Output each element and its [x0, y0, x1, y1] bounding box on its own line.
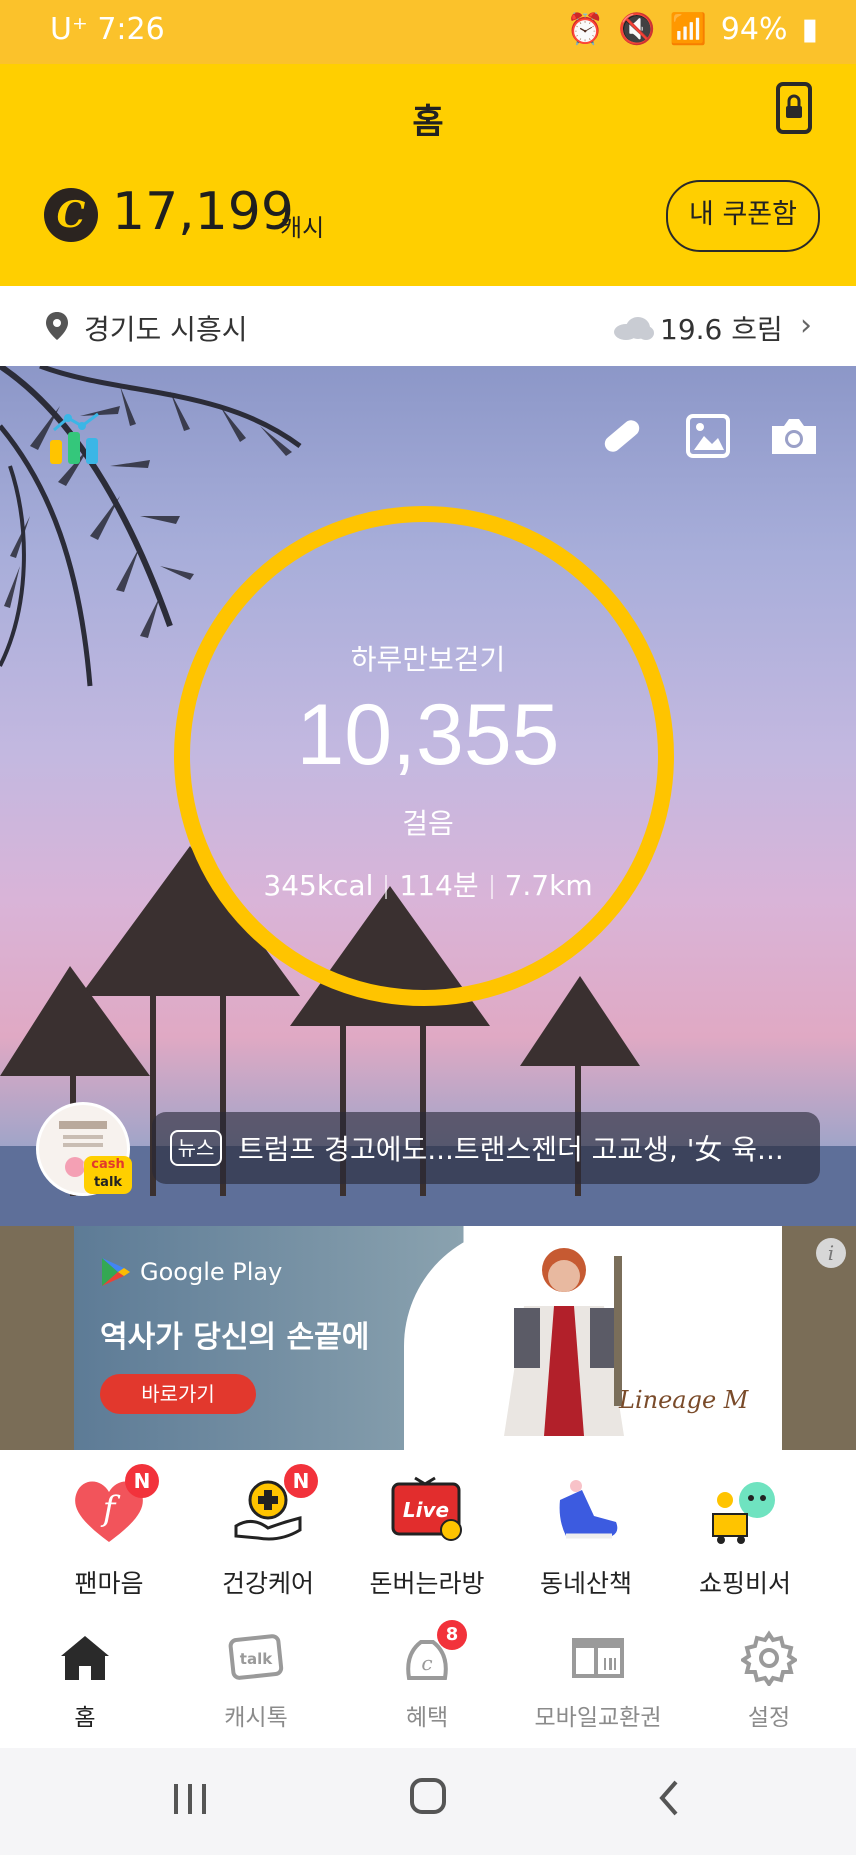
shortcut-menu: f N 팬마음 N 건강케어 Live 돈버는라방 동네산책 쇼핑비서 [0, 1450, 856, 1609]
app-header: 홈 C 17,199 캐시 내 쿠폰함 [0, 64, 856, 286]
pedometer-title: 하루만보걷기 [350, 643, 506, 676]
live-tv-icon: Live [387, 1470, 467, 1550]
mute-icon: 🔇 [618, 12, 656, 47]
tab-settings[interactable]: 설정 [684, 1630, 854, 1732]
wifi-icon: 📶 [669, 12, 707, 47]
location-pin-icon [46, 312, 68, 340]
android-navigation-bar [0, 1748, 856, 1855]
tab-label: 홈 [74, 1705, 96, 1731]
pedometer-stats: 345kcal 114분 7.7km [0, 864, 856, 904]
shortcut-live-earn[interactable]: Live 돈버는라방 [352, 1470, 502, 1600]
new-badge: N [284, 1464, 318, 1498]
status-bar: U⁺ 7:26 ⏰ 🔇 📶 94% ▮ [0, 0, 856, 64]
gallery-icon[interactable] [686, 414, 730, 458]
minutes-stat: 114분 [399, 869, 479, 902]
settings-gear-icon [739, 1630, 799, 1688]
my-coupons-button[interactable]: 내 쿠폰함 [666, 180, 820, 252]
benefit-icon: c 8 [399, 1620, 467, 1686]
ad-game-logo: Lineage M [619, 1386, 749, 1414]
google-play-label: Google Play [100, 1256, 282, 1288]
benefit-count-badge: 8 [437, 1620, 467, 1650]
tab-label: 모바일교환권 [534, 1705, 662, 1731]
cloud-icon [612, 316, 654, 340]
tab-benefits[interactable]: c 8 혜택 [342, 1620, 512, 1732]
chevron-right-icon: › [800, 308, 812, 343]
shortcut-shopping-assistant[interactable]: 쇼핑비서 [670, 1470, 820, 1600]
cashtalk-tag: cash talk [84, 1156, 132, 1194]
shortcut-health-care[interactable]: N 건강케어 [193, 1464, 343, 1600]
ad-creative[interactable]: Google Play 역사가 당신의 손끝에 바로가기 Lineage M [74, 1226, 782, 1450]
ad-banner[interactable]: Google Play 역사가 당신의 손끝에 바로가기 Lineage M i [0, 1226, 856, 1450]
cashtalk-tag-cash: cash [91, 1157, 125, 1172]
news-ticker[interactable]: 뉴스 트럼프 경고에도...트랜스젠더 고교생, '女 육... [152, 1112, 820, 1184]
lock-screen-icon[interactable] [774, 82, 814, 134]
divider [490, 875, 493, 899]
step-unit: 걸음 [402, 807, 454, 840]
back-nav-icon[interactable] [650, 1778, 690, 1822]
location-text: 경기도 시흥시 [84, 313, 248, 346]
page-title: 홈 [412, 102, 444, 142]
distance-stat: 7.7km [504, 869, 593, 902]
pill-icon[interactable] [600, 414, 644, 458]
cash-balance[interactable]: 17,199 [112, 182, 294, 242]
svg-text:talk: talk [240, 1650, 273, 1668]
cashtalk-tag-talk: talk [93, 1175, 123, 1190]
ad-go-button[interactable]: 바로가기 [100, 1374, 256, 1414]
location-weather-bar[interactable]: 경기도 시흥시 19.6 흐림 › [0, 286, 856, 367]
svg-text:Live: Live [403, 1498, 449, 1522]
tab-mobile-voucher[interactable]: 모바일교환권 [513, 1630, 683, 1732]
shortcut-label: 돈버는라방 [369, 1569, 485, 1598]
home-nav-icon[interactable] [408, 1776, 448, 1820]
tab-home[interactable]: 홈 [0, 1630, 170, 1732]
stats-chart-icon[interactable] [46, 410, 106, 466]
shortcut-fan-heart[interactable]: f N 팬마음 [34, 1464, 184, 1600]
battery-icon: ▮ [801, 12, 818, 47]
shortcut-label: 쇼핑비서 [698, 1569, 791, 1598]
tab-label: 설정 [747, 1705, 791, 1731]
google-play-text: Google Play [140, 1258, 283, 1286]
news-headline[interactable]: 트럼프 경고에도...트랜스젠더 고교생, '女 육... [238, 1128, 808, 1168]
tab-cashtalk[interactable]: talk 캐시톡 [171, 1630, 341, 1732]
shopping-assistant-icon [705, 1470, 785, 1550]
tab-label: 캐시톡 [224, 1705, 288, 1731]
heart-f-icon: f N [69, 1464, 159, 1550]
shortcut-label: 동네산책 [539, 1569, 632, 1598]
status-time: U⁺ 7:26 [50, 12, 165, 47]
ad-title: 역사가 당신의 손끝에 [100, 1320, 370, 1355]
kcal-stat: 345kcal [263, 869, 374, 902]
shortcut-neighborhood-walk[interactable]: 동네산책 [511, 1470, 661, 1600]
pedometer-hero: 하루만보걷기 10,355 걸음 345kcal 114분 7.7km 뉴스 트럼프… [0, 366, 856, 1226]
home-icon [57, 1630, 113, 1686]
divider [385, 875, 388, 899]
sneaker-icon [546, 1470, 626, 1550]
google-play-icon [102, 1258, 130, 1286]
recent-apps-icon[interactable] [170, 1778, 210, 1822]
shortcut-label: 팬마음 [74, 1569, 144, 1598]
ad-info-icon[interactable]: i [816, 1238, 846, 1268]
ad-character-image [494, 1236, 674, 1446]
cash-unit: 캐시 [280, 214, 325, 242]
mobile-voucher-icon [570, 1630, 626, 1686]
step-count: 10,355 [296, 687, 560, 783]
tab-label: 혜택 [405, 1705, 449, 1731]
alarm-icon: ⏰ [566, 12, 605, 47]
health-care-icon: N [228, 1464, 318, 1550]
weather-text: 19.6 흐림 [660, 313, 783, 346]
shortcut-label: 건강케어 [221, 1569, 314, 1598]
news-badge: 뉴스 [170, 1130, 222, 1166]
cashtalk-icon: talk [228, 1630, 284, 1686]
new-badge: N [125, 1464, 159, 1498]
camera-icon[interactable] [768, 414, 820, 458]
svg-text:c: c [421, 1651, 432, 1675]
battery-level: 94% [720, 12, 788, 47]
bottom-tab-bar: 홈 talk 캐시톡 c 8 혜택 모바일교환권 설정 [0, 1608, 856, 1748]
status-icons: ⏰ 🔇 📶 94% ▮ [567, 12, 818, 47]
cash-coin-icon: C [44, 188, 98, 242]
